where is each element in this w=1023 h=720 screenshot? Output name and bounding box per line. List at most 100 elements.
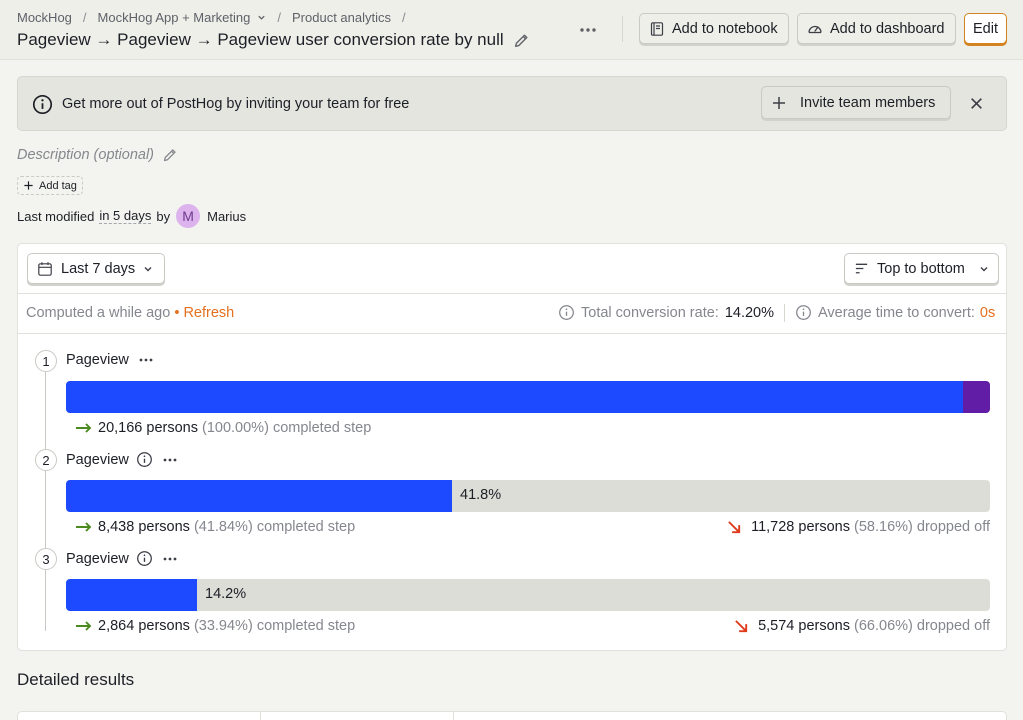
- breadcrumb-separator: /: [277, 10, 281, 25]
- average-time-to-convert: Average time to convert: 0s: [795, 304, 995, 321]
- step-name-label: Pageview: [66, 352, 129, 368]
- step-number: 3: [35, 548, 57, 570]
- page-title-text: Pageview → Pageview → Pageview user conv…: [17, 30, 504, 49]
- close-icon[interactable]: [969, 96, 984, 111]
- funnel-stats: Computed a while ago • Refresh Total con…: [18, 294, 1006, 333]
- page-title: Pageview → Pageview → Pageview user conv…: [17, 30, 530, 50]
- step-bar[interactable]: 41.8%: [66, 480, 990, 512]
- pencil-icon[interactable]: [162, 147, 178, 163]
- step-completed[interactable]: 8,438 persons (41.84%) completed step: [75, 519, 355, 535]
- step-bar[interactable]: [66, 381, 990, 413]
- info-icon[interactable]: [558, 304, 575, 321]
- chevron-down-icon: [144, 266, 152, 271]
- total-conversion-label: Total conversion rate:: [581, 304, 719, 321]
- average-time-value: 0s: [979, 304, 996, 321]
- add-to-dashboard-button[interactable]: Add to dashboard: [797, 13, 956, 44]
- completed-percent: (100.00%): [202, 420, 269, 436]
- step-order-select[interactable]: Top to bottom: [844, 253, 999, 284]
- add-to-dashboard-label: Add to dashboard: [830, 20, 945, 37]
- refresh-link[interactable]: Refresh: [183, 305, 234, 321]
- description-field[interactable]: Description (optional): [17, 147, 178, 163]
- breadcrumb-item-org[interactable]: MockHog: [17, 10, 72, 25]
- step-name: Pageview: [66, 352, 154, 368]
- card-divider: [18, 333, 1006, 334]
- breadcrumb-item-product-analytics[interactable]: Product analytics: [292, 10, 391, 25]
- ellipsis-icon[interactable]: [578, 20, 598, 40]
- completed-suffix: completed step: [256, 618, 356, 634]
- last-modified: Last modified in 5 days by M Marius: [17, 204, 246, 228]
- breadcrumb-item-project[interactable]: MockHog App + Marketing: [98, 10, 267, 25]
- stats-divider: [784, 304, 785, 322]
- description-placeholder: Description (optional): [17, 147, 155, 163]
- dropped-count: 5,574 persons: [758, 618, 850, 634]
- completed-count: 8,438 persons: [98, 519, 190, 535]
- calendar-icon: [38, 261, 52, 276]
- computed-status: Computed a while ago • Refresh: [26, 305, 234, 321]
- ellipsis-icon[interactable]: [138, 352, 154, 368]
- step-dropped[interactable]: 11,728 persons (58.16%) dropped off: [727, 519, 990, 535]
- step-bar[interactable]: 14.2%: [66, 579, 990, 611]
- last-modified-by: by: [156, 208, 171, 224]
- completed-percent: (41.84%): [193, 519, 253, 535]
- ellipsis-icon[interactable]: [162, 452, 178, 468]
- last-modified-prefix: Last modified: [17, 208, 95, 224]
- step-bar-fill: [66, 480, 452, 512]
- invite-team-members-button[interactable]: Invite team members: [761, 86, 951, 119]
- info-icon: [32, 94, 53, 115]
- column-divider: [453, 712, 454, 720]
- step-name-label: Pageview: [66, 550, 129, 567]
- breadcrumb-separator: /: [402, 10, 406, 25]
- arrow-down-right-icon: [735, 619, 748, 632]
- dropped-suffix: dropped off: [916, 618, 990, 634]
- arrow-right-icon: [76, 621, 92, 631]
- funnel-step: 3 Pageview 14.2% 2,864 persons (33.94%) …: [18, 548, 1006, 647]
- completed-count: 2,864 persons: [98, 618, 190, 634]
- step-number: 2: [35, 449, 57, 471]
- arrow-right-icon: [76, 522, 92, 532]
- header-divider: [622, 16, 623, 42]
- breadcrumb-project-label: MockHog App + Marketing: [97, 10, 251, 25]
- info-icon[interactable]: [136, 550, 153, 567]
- column-divider: [260, 712, 261, 720]
- add-tag-label: Add tag: [39, 179, 77, 192]
- completed-suffix: completed step: [256, 519, 356, 535]
- chevron-down-icon: [258, 15, 266, 20]
- step-bar-label: 14.2%: [205, 586, 247, 602]
- pencil-icon[interactable]: [513, 32, 530, 49]
- step-completed[interactable]: 2,864 persons (33.94%) completed step: [75, 618, 355, 634]
- total-conversion-rate: Total conversion rate: 14.20%: [558, 304, 774, 321]
- banner-text: Get more out of PostHog by inviting your…: [62, 96, 410, 112]
- step-dropped[interactable]: 5,574 persons (66.06%) dropped off: [734, 618, 990, 634]
- detailed-results-table-header: [17, 711, 1007, 720]
- completed-count: 20,166 persons: [98, 420, 198, 436]
- dropped-suffix: dropped off: [916, 519, 990, 535]
- info-icon[interactable]: [795, 304, 812, 321]
- info-icon[interactable]: [136, 451, 153, 468]
- last-modified-time: in 5 days: [99, 208, 152, 224]
- step-bar-label: 41.8%: [460, 487, 502, 503]
- breadcrumb-separator: /: [82, 10, 87, 25]
- gauge-icon: [808, 25, 822, 33]
- edit-button[interactable]: Edit: [964, 13, 1007, 44]
- chevron-down-icon: [980, 266, 988, 271]
- edit-label: Edit: [973, 20, 998, 37]
- date-range-value: Last 7 days: [61, 260, 136, 277]
- ellipsis-icon[interactable]: [162, 551, 178, 567]
- step-name: Pageview: [66, 451, 178, 468]
- step-name: Pageview: [66, 550, 178, 567]
- arrow-down-right-icon: [728, 520, 741, 533]
- step-completed[interactable]: 20,166 persons (100.00%) completed step: [75, 420, 371, 436]
- detailed-results-title: Detailed results: [17, 670, 135, 689]
- dropped-percent: (66.06%): [854, 618, 913, 634]
- date-range-select[interactable]: Last 7 days: [27, 253, 165, 284]
- step-bar-fill: [66, 579, 197, 611]
- dropped-percent: (58.16%): [854, 519, 913, 535]
- notebook-icon: [650, 21, 664, 36]
- add-to-notebook-button[interactable]: Add to notebook: [639, 13, 789, 44]
- sort-icon: [855, 263, 868, 274]
- step-bar-fill: [66, 381, 963, 413]
- add-tag-button[interactable]: Add tag: [17, 176, 83, 195]
- arrow-right-icon: [76, 423, 92, 433]
- computed-text: Computed a while ago: [26, 305, 171, 321]
- author-name: Marius: [207, 208, 247, 224]
